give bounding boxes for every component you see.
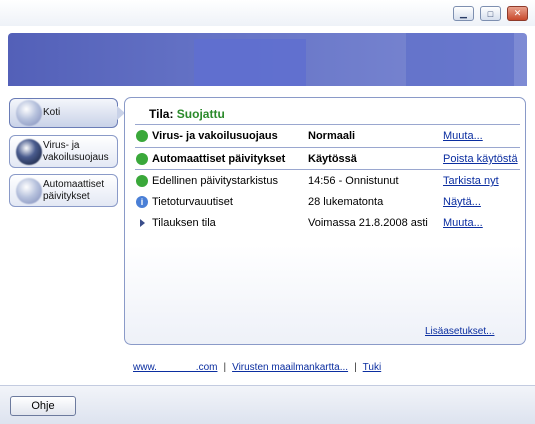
- banner-block: [406, 33, 514, 86]
- support-link[interactable]: Tuki: [363, 362, 382, 373]
- status-title: Tila: Suojattu: [149, 107, 225, 121]
- website-link[interactable]: www. .com: [133, 362, 217, 373]
- show-news-link[interactable]: Näytä...: [443, 196, 481, 208]
- info-icon: i: [136, 196, 148, 208]
- status-label: Tila:: [149, 107, 174, 121]
- status-row: Automaattiset päivitykset Käytössä Poist…: [125, 149, 525, 169]
- row-value: Normaali: [308, 130, 356, 142]
- nav-item-label: Virus- ja vakoilusuojaus: [43, 139, 109, 163]
- divider: [135, 124, 520, 125]
- change-subscription-link[interactable]: Muuta...: [443, 217, 483, 229]
- minimize-button[interactable]: ▁: [453, 6, 474, 21]
- status-row: Edellinen päivitystarkistus 14:56 - Onni…: [125, 171, 525, 191]
- separator: |: [354, 362, 357, 373]
- check-icon: [136, 153, 148, 165]
- status-panel: Tila: Suojattu Virus- ja vakoilusuojaus …: [124, 97, 526, 345]
- row-value: 14:56 - Onnistunut: [308, 175, 399, 187]
- check-icon: [136, 175, 148, 187]
- change-protection-link[interactable]: Muuta...: [443, 130, 483, 142]
- row-name: Automaattiset päivitykset: [152, 153, 286, 165]
- check-now-link[interactable]: Tarkista nyt: [443, 175, 499, 187]
- divider: [135, 169, 520, 170]
- home-icon: [16, 100, 42, 126]
- bottom-bar: Ohje: [0, 385, 535, 424]
- row-name: Tilauksen tila: [152, 217, 216, 229]
- check-icon: [136, 130, 148, 142]
- minimize-icon: ▁: [460, 8, 467, 18]
- row-value: Voimassa 21.8.2008 asti: [308, 217, 428, 229]
- nav-item-label: Automaattiset päivitykset: [43, 178, 105, 202]
- nav-item-home[interactable]: Koti: [9, 98, 125, 128]
- status-value: Suojattu: [176, 107, 225, 121]
- row-value: 28 lukematonta: [308, 196, 384, 208]
- help-button[interactable]: Ohje: [10, 396, 76, 416]
- maximize-icon: □: [487, 8, 494, 19]
- arrow-icon: [140, 219, 145, 227]
- status-row: i Tietoturvauutiset 28 lukematonta Näytä…: [125, 192, 525, 212]
- maximize-button[interactable]: □: [480, 6, 501, 21]
- window-titlebar: ▁ □ ✕: [0, 0, 535, 26]
- row-name: Virus- ja vakoilusuojaus: [152, 130, 278, 142]
- banner-block: [194, 39, 306, 86]
- nav-item-virus-protection[interactable]: Virus- ja vakoilusuojaus: [9, 135, 118, 168]
- close-icon: ✕: [513, 8, 522, 18]
- nav-item-label: Koti: [43, 107, 61, 118]
- auto-updates-icon: [16, 177, 42, 204]
- divider: [135, 147, 520, 148]
- nav-item-auto-updates[interactable]: Automaattiset päivitykset: [9, 174, 118, 207]
- disable-updates-link[interactable]: Poista käytöstä: [443, 153, 518, 165]
- footer-links: www. .com | Virusten maailmankartta... | Tuk…: [133, 362, 381, 373]
- row-name: Tietoturvauutiset: [152, 196, 233, 208]
- separator: |: [223, 362, 227, 373]
- header-banner: [8, 33, 527, 86]
- status-row: Tilauksen tila Voimassa 21.8.2008 asti M…: [125, 213, 525, 233]
- row-value: Käytössä: [308, 153, 357, 165]
- virus-map-link[interactable]: Virusten maailmankartta...: [232, 362, 348, 373]
- virus-protection-icon: [16, 138, 42, 165]
- status-row: Virus- ja vakoilusuojaus Normaali Muuta.…: [125, 126, 525, 146]
- row-name: Edellinen päivitystarkistus: [152, 175, 278, 187]
- advanced-settings-link[interactable]: Lisäasetukset...: [425, 326, 494, 337]
- close-button[interactable]: ✕: [507, 6, 528, 21]
